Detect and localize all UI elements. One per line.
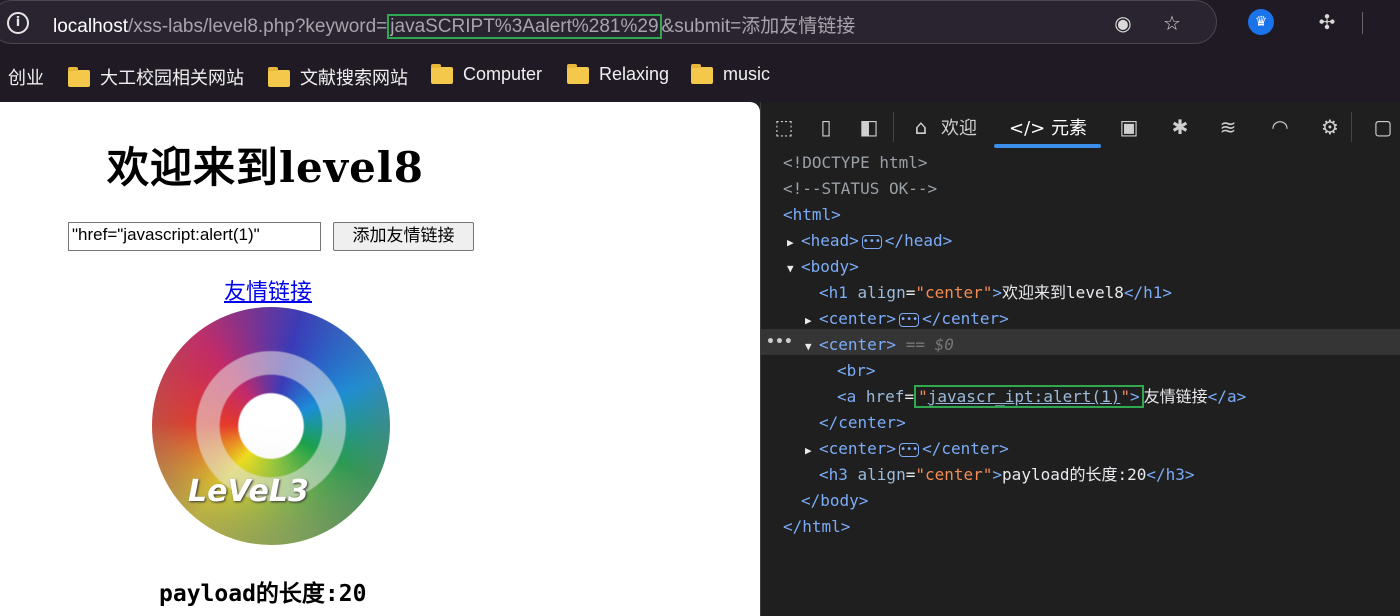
url-text[interactable]: localhost/xss-labs/level8.php?keyword= ja… [53, 11, 856, 39]
bookmark-folder[interactable]: 文献搜索网站 [268, 64, 408, 90]
device-emulation-icon[interactable]: ▯ [813, 114, 839, 140]
dom-br[interactable]: <br> [837, 358, 876, 384]
performance-gauge-icon[interactable]: ◠ [1267, 114, 1293, 140]
dom-comment[interactable]: <!--STATUS OK--> [783, 176, 937, 202]
friend-link[interactable]: 友情链接 [224, 274, 312, 306]
keyword-input[interactable]: "href="javascript:alert(1)" [68, 222, 321, 251]
level8-disc-image [152, 307, 390, 545]
bookmark-folder[interactable]: music [691, 64, 770, 85]
dom-center-node[interactable]: ▶ <center> ••• </center> [805, 306, 1009, 332]
folder-icon [431, 64, 453, 84]
home-icon[interactable]: ⌂ [908, 114, 934, 140]
dom-html-close[interactable]: </html> [783, 514, 850, 540]
tab-welcome[interactable]: 欢迎 [941, 114, 977, 140]
dom-center-node-2[interactable]: ▶ <center> ••• </center> [805, 436, 1009, 462]
application-icon[interactable]: ▢ [1370, 114, 1396, 140]
collapse-arrow-icon[interactable]: ▼ [805, 334, 819, 360]
url-keyword-highlight: javaSCRIPT%3Aalert%281%29 [387, 14, 662, 39]
expand-arrow-icon[interactable]: ▶ [805, 438, 819, 464]
bookmark-folder[interactable]: Computer [431, 64, 542, 85]
folder-icon [567, 64, 589, 84]
dom-doctype[interactable]: <!DOCTYPE html> [783, 150, 928, 176]
bookmark-folder[interactable]: Relaxing [567, 64, 669, 85]
more-options-icon[interactable]: ••• [766, 329, 793, 355]
tab-elements[interactable]: </> 元素 [1009, 114, 1087, 140]
collapse-arrow-icon[interactable]: ▼ [787, 256, 801, 282]
expand-arrow-icon[interactable]: ▶ [805, 308, 819, 334]
page-viewport: 欢迎来到level8 "href="javascript:alert(1)" 添… [0, 102, 760, 616]
bookmark-item[interactable]: 创业 [8, 64, 44, 90]
dom-html-open[interactable]: <html> [783, 202, 841, 228]
url-path: /xss-labs/level8.php?keyword= [128, 16, 388, 37]
ellipsis-icon[interactable]: ••• [899, 442, 920, 457]
puzzle-extensions-icon[interactable]: ✣ [1313, 8, 1341, 36]
edge-copilot-icon[interactable]: ◉ [1109, 9, 1137, 37]
toolbar-divider [1362, 12, 1363, 34]
console-icon[interactable]: ▣ [1116, 114, 1142, 140]
favorite-star-icon[interactable]: ☆ [1158, 9, 1186, 37]
sources-bug-icon[interactable]: ✱ [1167, 114, 1193, 140]
devtools-panel: ⬚ ▯ ◧ ⌂ 欢迎 </> 元素 ▣ ✱ ≋ ◠ ⚙ ▢ ••• <!DOCT… [760, 102, 1400, 616]
dock-sidebar-icon[interactable]: ◧ [856, 114, 882, 140]
bookmark-folder[interactable]: 大工校园相关网站 [68, 64, 244, 90]
browser-address-bar: i localhost/xss-labs/level8.php?keyword=… [0, 0, 1400, 48]
url-box[interactable]: i localhost/xss-labs/level8.php?keyword=… [0, 0, 1217, 44]
dom-body-open[interactable]: ▼ <body> [787, 254, 859, 280]
href-highlight: "javascr_ipt:alert(1)"> [914, 385, 1144, 408]
folder-icon [68, 66, 90, 87]
dom-center-selected[interactable]: ▼ <center> == $0 [805, 332, 954, 358]
page-title: 欢迎来到level8 [107, 143, 424, 192]
toolbar-separator [893, 112, 894, 142]
dom-h1-node[interactable]: <h1 align="center">欢迎来到level8</h1> [819, 280, 1172, 306]
folder-icon [268, 66, 290, 87]
extension-badge-icon[interactable]: ♛ [1248, 9, 1274, 35]
ellipsis-icon[interactable]: ••• [899, 312, 920, 327]
info-icon[interactable]: i [7, 12, 29, 34]
toolbar-separator [1351, 112, 1352, 142]
inspect-element-icon[interactable]: ⬚ [771, 114, 797, 140]
url-host: localhost [53, 16, 128, 37]
dom-anchor-node[interactable]: <a href= "javascr_ipt:alert(1)"> 友情链接</a> [837, 384, 1246, 410]
add-friend-link-button[interactable]: 添加友情链接 [333, 222, 474, 251]
payload-length: payload的长度:20 [159, 581, 367, 607]
memory-chip-icon[interactable]: ⚙ [1317, 114, 1343, 140]
url-suffix: &submit=添加友情链接 [661, 16, 856, 37]
active-tab-indicator [994, 144, 1101, 148]
disc-logo-text: LeVeL3 [188, 474, 309, 509]
devtools-toolbar: ⬚ ▯ ◧ ⌂ 欢迎 </> 元素 ▣ ✱ ≋ ◠ ⚙ ▢ [761, 102, 1400, 150]
href-value-link[interactable]: javascr_ipt:alert(1) [928, 387, 1121, 406]
expand-arrow-icon[interactable]: ▶ [787, 230, 801, 256]
network-wifi-icon[interactable]: ≋ [1215, 114, 1241, 140]
dom-center-close[interactable]: </center> [819, 410, 906, 436]
folder-icon [691, 64, 713, 84]
code-icon: </> [1009, 118, 1046, 139]
ellipsis-icon[interactable]: ••• [861, 234, 882, 249]
dom-body-close[interactable]: </body> [801, 488, 868, 514]
bookmarks-bar: 创业 大工校园相关网站 文献搜索网站 Computer Relaxing mus… [0, 48, 1400, 102]
dom-h3-node[interactable]: <h3 align="center">payload的长度:20</h3> [819, 462, 1195, 488]
dom-head-node[interactable]: ▶ <head> ••• </head> [787, 228, 952, 254]
